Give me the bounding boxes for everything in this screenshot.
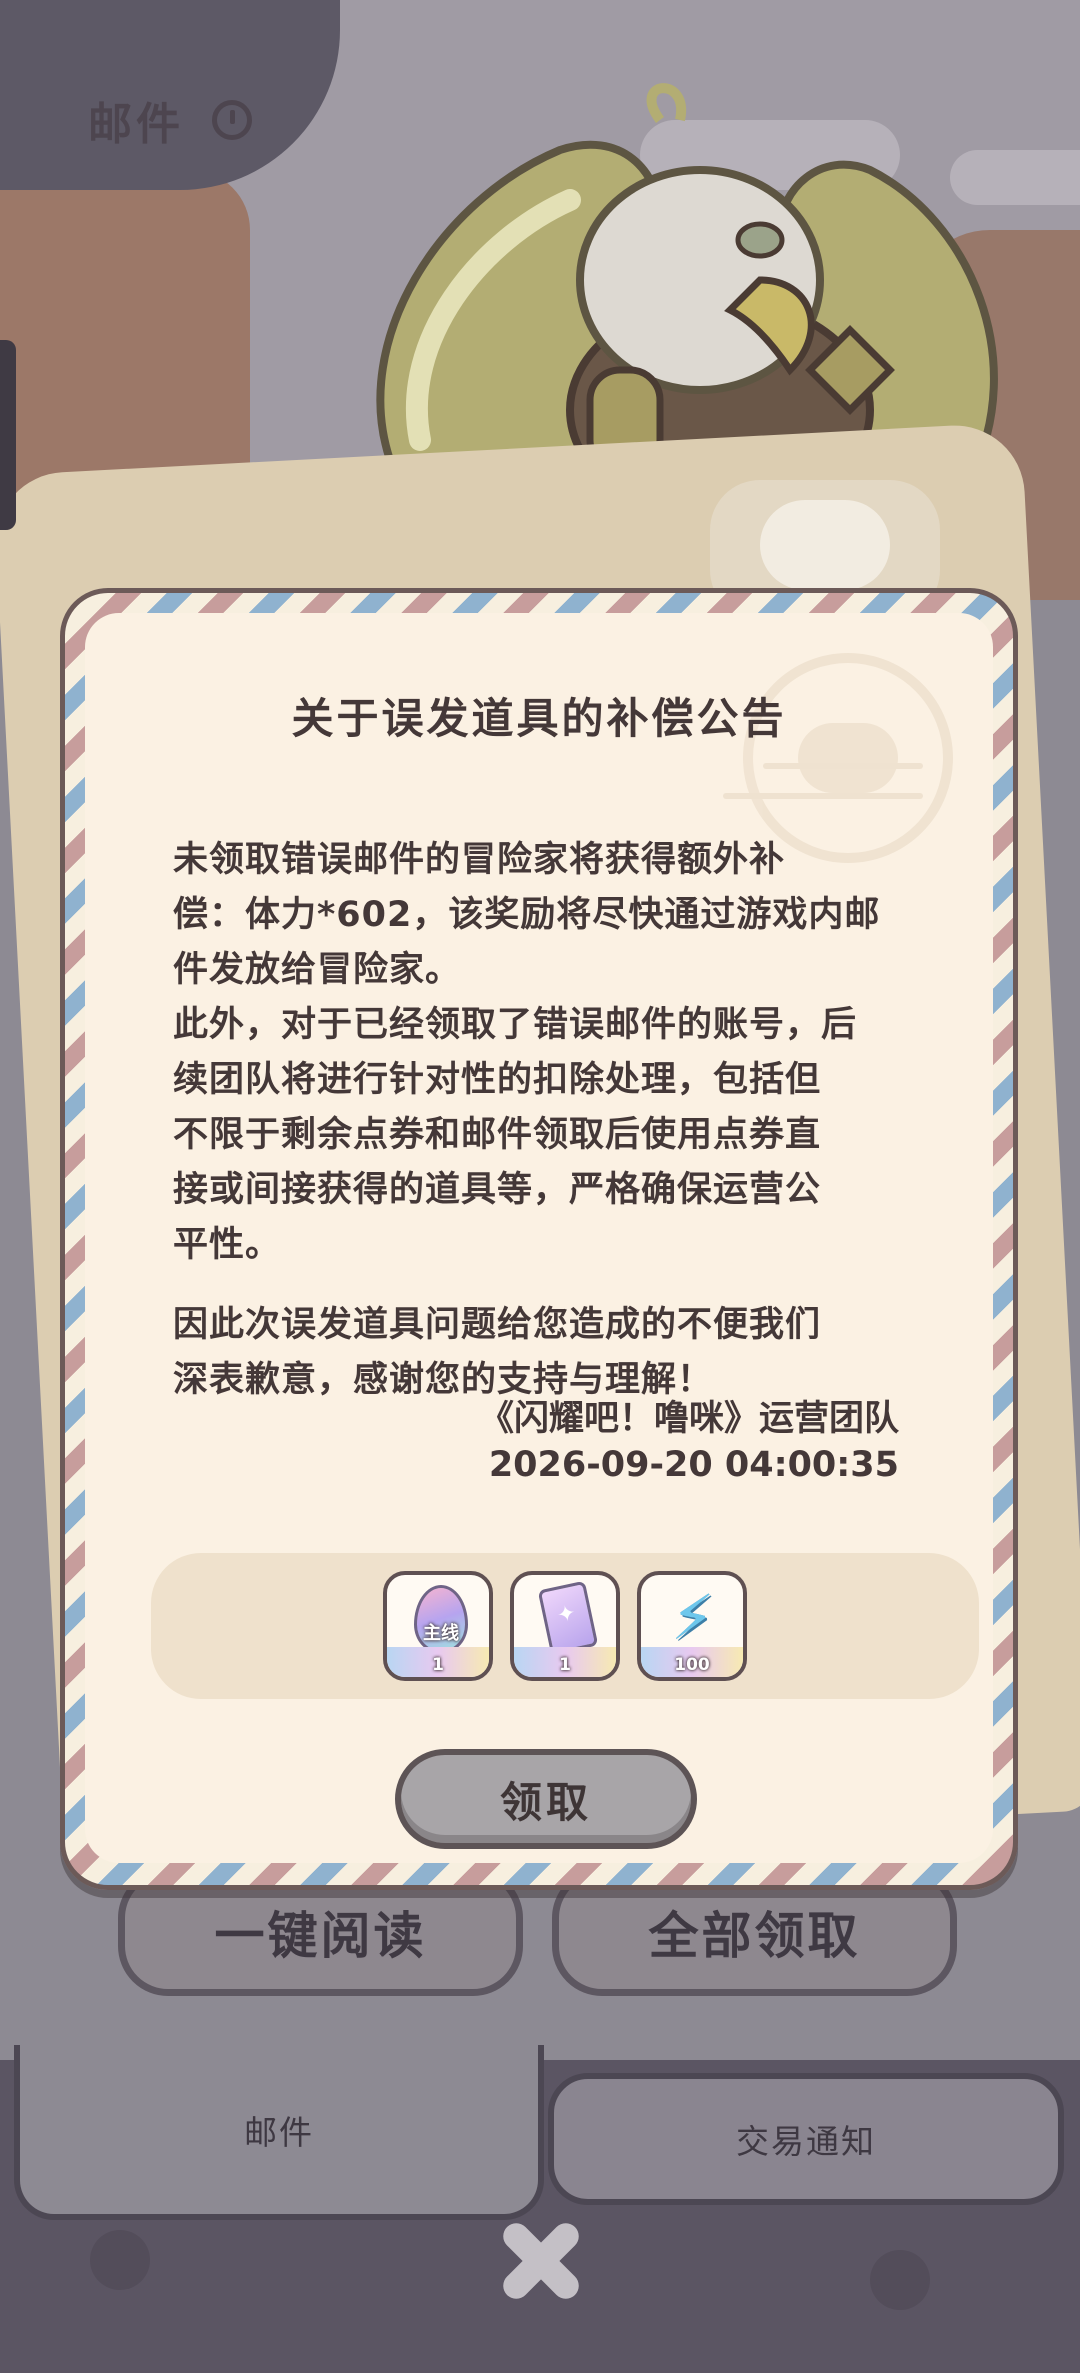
reward-tag: 主线 [423,1623,459,1644]
close-icon[interactable] [495,2215,585,2305]
reward-item[interactable]: ⚡ 100 [637,1571,747,1681]
announcement-dialog: 关于误发道具的补偿公告 未领取错误邮件的冒险家将获得额外补 偿：体力*602，该… [60,588,1018,1890]
tab-mail-label: 邮件 [244,2112,314,2152]
mail-header: 邮件 [88,88,252,152]
tab-trade-notice-label: 交易通知 [736,2122,876,2161]
paw-decoration [870,2250,930,2310]
tab-trade-notice[interactable]: 交易通知 [548,2073,1064,2205]
page-title: 邮件 [88,99,184,150]
info-icon[interactable] [212,100,252,140]
postmark-line [723,793,923,799]
side-handle[interactable] [0,340,16,530]
paw-decoration [90,2230,150,2290]
announcement-paragraph: 未领取错误邮件的冒险家将获得额外补 偿：体力*602，该奖励将尽快通过游戏内邮 … [173,840,881,1265]
reward-item[interactable]: 1 [510,1571,620,1681]
card-icon [537,1580,599,1656]
reward-count: 1 [432,1655,444,1675]
reward-count: 100 [674,1655,710,1675]
claim-button[interactable]: 领取 [395,1749,697,1849]
mascot-face [760,500,890,590]
tab-mail[interactable]: 邮件 [14,2045,544,2220]
reward-item[interactable]: 主线 1 [383,1571,493,1681]
timestamp: 2026-09-20 04:00:35 [488,1445,899,1485]
reward-list: 主线 1 1 ⚡ 100 [151,1553,979,1699]
energy-bolt-icon: ⚡ [671,1581,715,1654]
signature: 《闪耀吧！噜咪》运营团队 [478,1399,899,1439]
dialog-paper: 关于误发道具的补偿公告 未领取错误邮件的冒险家将获得额外补 偿：体力*602，该… [85,613,993,1863]
reward-count: 1 [559,1655,571,1675]
postmark-line [763,763,923,769]
dialog-title: 关于误发道具的补偿公告 [291,694,787,743]
